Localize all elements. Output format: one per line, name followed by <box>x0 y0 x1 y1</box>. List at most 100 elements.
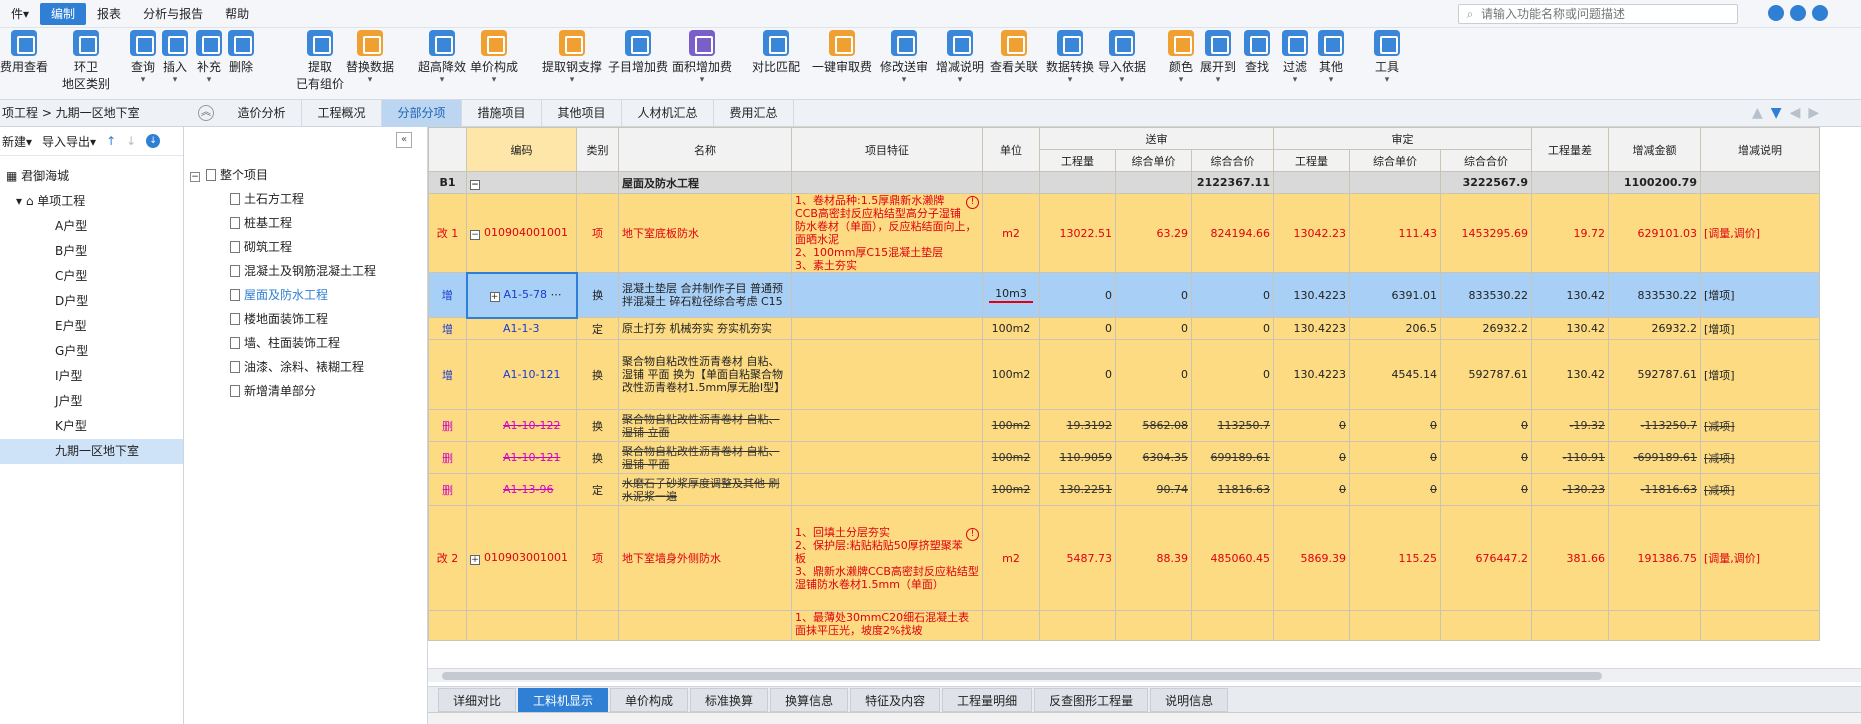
row-code-cell[interactable]: −010904001001 <box>466 193 577 273</box>
row-unit[interactable]: 100m2 <box>982 441 1040 474</box>
row-feature[interactable]: 1、最薄处30mmC20细石混凝土表面抹平压光，坡度2%找坡 <box>791 610 983 641</box>
row-unit[interactable]: m2 <box>982 505 1040 611</box>
row-note[interactable]: [减项] <box>1700 409 1820 442</box>
toolbar-button-24[interactable]: 其他 ▾ <box>1318 30 1344 85</box>
row-a-qty[interactable]: 0 <box>1273 441 1350 474</box>
row-code-cell[interactable]: A1-10-121 <box>466 441 577 474</box>
bottom-tab-8[interactable]: 说明信息 <box>1150 688 1229 712</box>
division-row[interactable]: B1 − 屋面及防水工程 2122367.11 3222567.9 110020… <box>428 171 1820 194</box>
row-unit[interactable]: 10m3 <box>982 272 1040 318</box>
bottom-tab-0[interactable]: 详细对比 <box>438 688 517 712</box>
horizontal-scrollbar[interactable] <box>428 668 1861 682</box>
tree-item-5[interactable]: G户型 <box>0 339 183 364</box>
row-m-diff[interactable]: 629101.03 <box>1608 193 1701 273</box>
row-s-total[interactable]: 113250.7 <box>1191 409 1274 442</box>
tree-group[interactable]: ▾ ⌂ 单项工程 <box>0 189 183 214</box>
row-feature[interactable] <box>791 441 983 474</box>
division-item-2[interactable]: 砌筑工程 <box>184 235 427 259</box>
row-q-diff[interactable]: -19.32 <box>1531 409 1609 442</box>
tab-1[interactable]: 工程概况 <box>302 100 382 127</box>
row-s-total[interactable]: 0 <box>1191 317 1274 340</box>
division-item-1[interactable]: 桩基工程 <box>184 211 427 235</box>
row-m-diff[interactable]: -113250.7 <box>1608 409 1701 442</box>
tree-item-8[interactable]: K户型 <box>0 414 183 439</box>
row-a-total[interactable]: 0 <box>1440 473 1532 506</box>
move-left-icon[interactable]: ◀ <box>1790 105 1801 121</box>
row-s-qty[interactable]: 0 <box>1039 339 1116 410</box>
tree-item-4[interactable]: E户型 <box>0 314 183 339</box>
table-row[interactable]: 1、最薄处30mmC20细石混凝土表面抹平压光，坡度2%找坡 <box>428 610 1820 641</box>
toolbar-button-17[interactable]: 查看关联 <box>990 30 1038 75</box>
table-row[interactable]: 删 A1-10-121 换聚合物自粘改性沥青卷材 自粘、湿铺 平面 100m2 110.… <box>428 441 1820 474</box>
row-a-total[interactable]: 26932.2 <box>1440 317 1532 340</box>
collapse-icon[interactable]: − <box>470 229 480 240</box>
row-s-price[interactable]: 63.29 <box>1115 193 1192 273</box>
row-q-diff[interactable]: 381.66 <box>1531 505 1609 611</box>
col-sent-qty[interactable]: 工程量 <box>1039 149 1116 172</box>
division-item-7[interactable]: 油漆、涂料、裱糊工程 <box>184 355 427 379</box>
col-app-price[interactable]: 综合单价 <box>1349 149 1441 172</box>
row-note[interactable]: [调量,调价] <box>1700 505 1820 611</box>
collapse-icon[interactable]: − <box>190 172 200 182</box>
row-s-qty[interactable]: 0 <box>1039 317 1116 340</box>
toolbar-button-7[interactable]: 替换数据 ▾ <box>346 30 394 85</box>
row-s-total[interactable]: 699189.61 <box>1191 441 1274 474</box>
table-row[interactable]: 改 1−010904001001 项地下室底板防水! 1、卷材品种:1.5厚鼎新水濑… <box>428 193 1820 273</box>
toolbar-button-22[interactable]: 查找 <box>1244 30 1270 75</box>
row-a-price[interactable]: 115.25 <box>1349 505 1441 611</box>
row-s-total[interactable]: 11816.63 <box>1191 473 1274 506</box>
toolbar-button-2[interactable]: 查询 ▾ <box>130 30 156 85</box>
collapse-icon[interactable]: ︽ <box>198 105 214 121</box>
row-m-diff[interactable]: 592787.61 <box>1608 339 1701 410</box>
tree-item-9[interactable]: 九期一区地下室 <box>0 439 183 464</box>
row-q-diff[interactable]: 130.42 <box>1531 317 1609 340</box>
toolbar-button-25[interactable]: 工具 ▾ <box>1374 30 1400 85</box>
row-a-qty[interactable]: 13042.23 <box>1273 193 1350 273</box>
tree-item-0[interactable]: A户型 <box>0 214 183 239</box>
row-s-price[interactable]: 5862.08 <box>1115 409 1192 442</box>
row-a-qty[interactable]: 5869.39 <box>1273 505 1350 611</box>
col-feature[interactable]: 项目特征 <box>791 127 983 172</box>
expand-icon[interactable]: + <box>470 555 480 565</box>
toolbar-button-6[interactable]: 提取 已有组价 <box>296 30 344 92</box>
row-a-price[interactable]: 4545.14 <box>1349 339 1441 410</box>
row-note[interactable]: [减项] <box>1700 473 1820 506</box>
bottom-tab-3[interactable]: 标准换算 <box>690 688 769 712</box>
division-item-8[interactable]: 新增清单部分 <box>184 379 427 403</box>
row-s-price[interactable]: 0 <box>1115 339 1192 410</box>
col-sent-total[interactable]: 综合合价 <box>1191 149 1274 172</box>
row-s-total[interactable]: 0 <box>1191 272 1274 318</box>
menu-item-0[interactable]: 件▾ <box>0 3 40 25</box>
division-tree-root[interactable]: − 整个项目 <box>184 163 427 187</box>
row-feature[interactable] <box>791 473 983 506</box>
row-name[interactable]: 原土打夯 机械夯实 夯实机夯实 <box>618 317 792 340</box>
new-button[interactable]: 新建▾ <box>2 133 32 150</box>
toolbar-button-14[interactable]: 一键审取费 <box>812 30 872 75</box>
row-s-qty[interactable]: 19.3192 <box>1039 409 1116 442</box>
move-right-icon[interactable]: ▶ <box>1808 105 1819 121</box>
row-m-diff[interactable]: 833530.22 <box>1608 272 1701 318</box>
tab-0[interactable]: 造价分析 <box>222 100 302 127</box>
tree-root[interactable]: ▦ 君御海城 <box>0 164 183 189</box>
toolbar-button-13[interactable]: 对比匹配 <box>752 30 800 75</box>
row-a-qty[interactable]: 0 <box>1273 409 1350 442</box>
bottom-tab-2[interactable]: 单价构成 <box>610 688 689 712</box>
warning-icon[interactable]: ! <box>966 196 979 209</box>
row-s-qty[interactable]: 130.2251 <box>1039 473 1116 506</box>
toolbar-button-15[interactable]: 修改送审 ▾ <box>880 30 928 85</box>
tab-5[interactable]: 人材机汇总 <box>622 100 714 127</box>
help-icon[interactable] <box>1812 5 1828 21</box>
row-q-diff[interactable]: 130.42 <box>1531 272 1609 318</box>
row-note[interactable]: [调量,调价] <box>1700 193 1820 273</box>
row-name[interactable]: 地下室底板防水 <box>618 193 792 273</box>
row-code-cell[interactable]: A1-13-96 <box>466 473 577 506</box>
row-name[interactable]: 聚合物自粘改性沥青卷材 自粘、湿铺 平面 换为【单面自粘聚合物改性沥青卷材1.5… <box>618 339 792 410</box>
row-a-price[interactable]: 6391.01 <box>1349 272 1441 318</box>
row-feature[interactable]: ! 1、卷材品种:1.5厚鼎新水濑牌CCB高密封反应粘结型高分子湿铺防水卷材（单面… <box>791 193 983 273</box>
collapse-icon[interactable]: − <box>470 179 480 190</box>
toolbar-button-18[interactable]: 数据转换 ▾ <box>1046 30 1094 85</box>
table-row[interactable]: 增 A1-10-121 换聚合物自粘改性沥青卷材 自粘、湿铺 平面 换为【单面自粘聚… <box>428 339 1820 410</box>
row-code-cell[interactable]: A1-1-3 <box>466 317 577 340</box>
row-s-qty[interactable]: 0 <box>1039 272 1116 318</box>
toolbar-button-3[interactable]: 插入 ▾ <box>162 30 188 85</box>
